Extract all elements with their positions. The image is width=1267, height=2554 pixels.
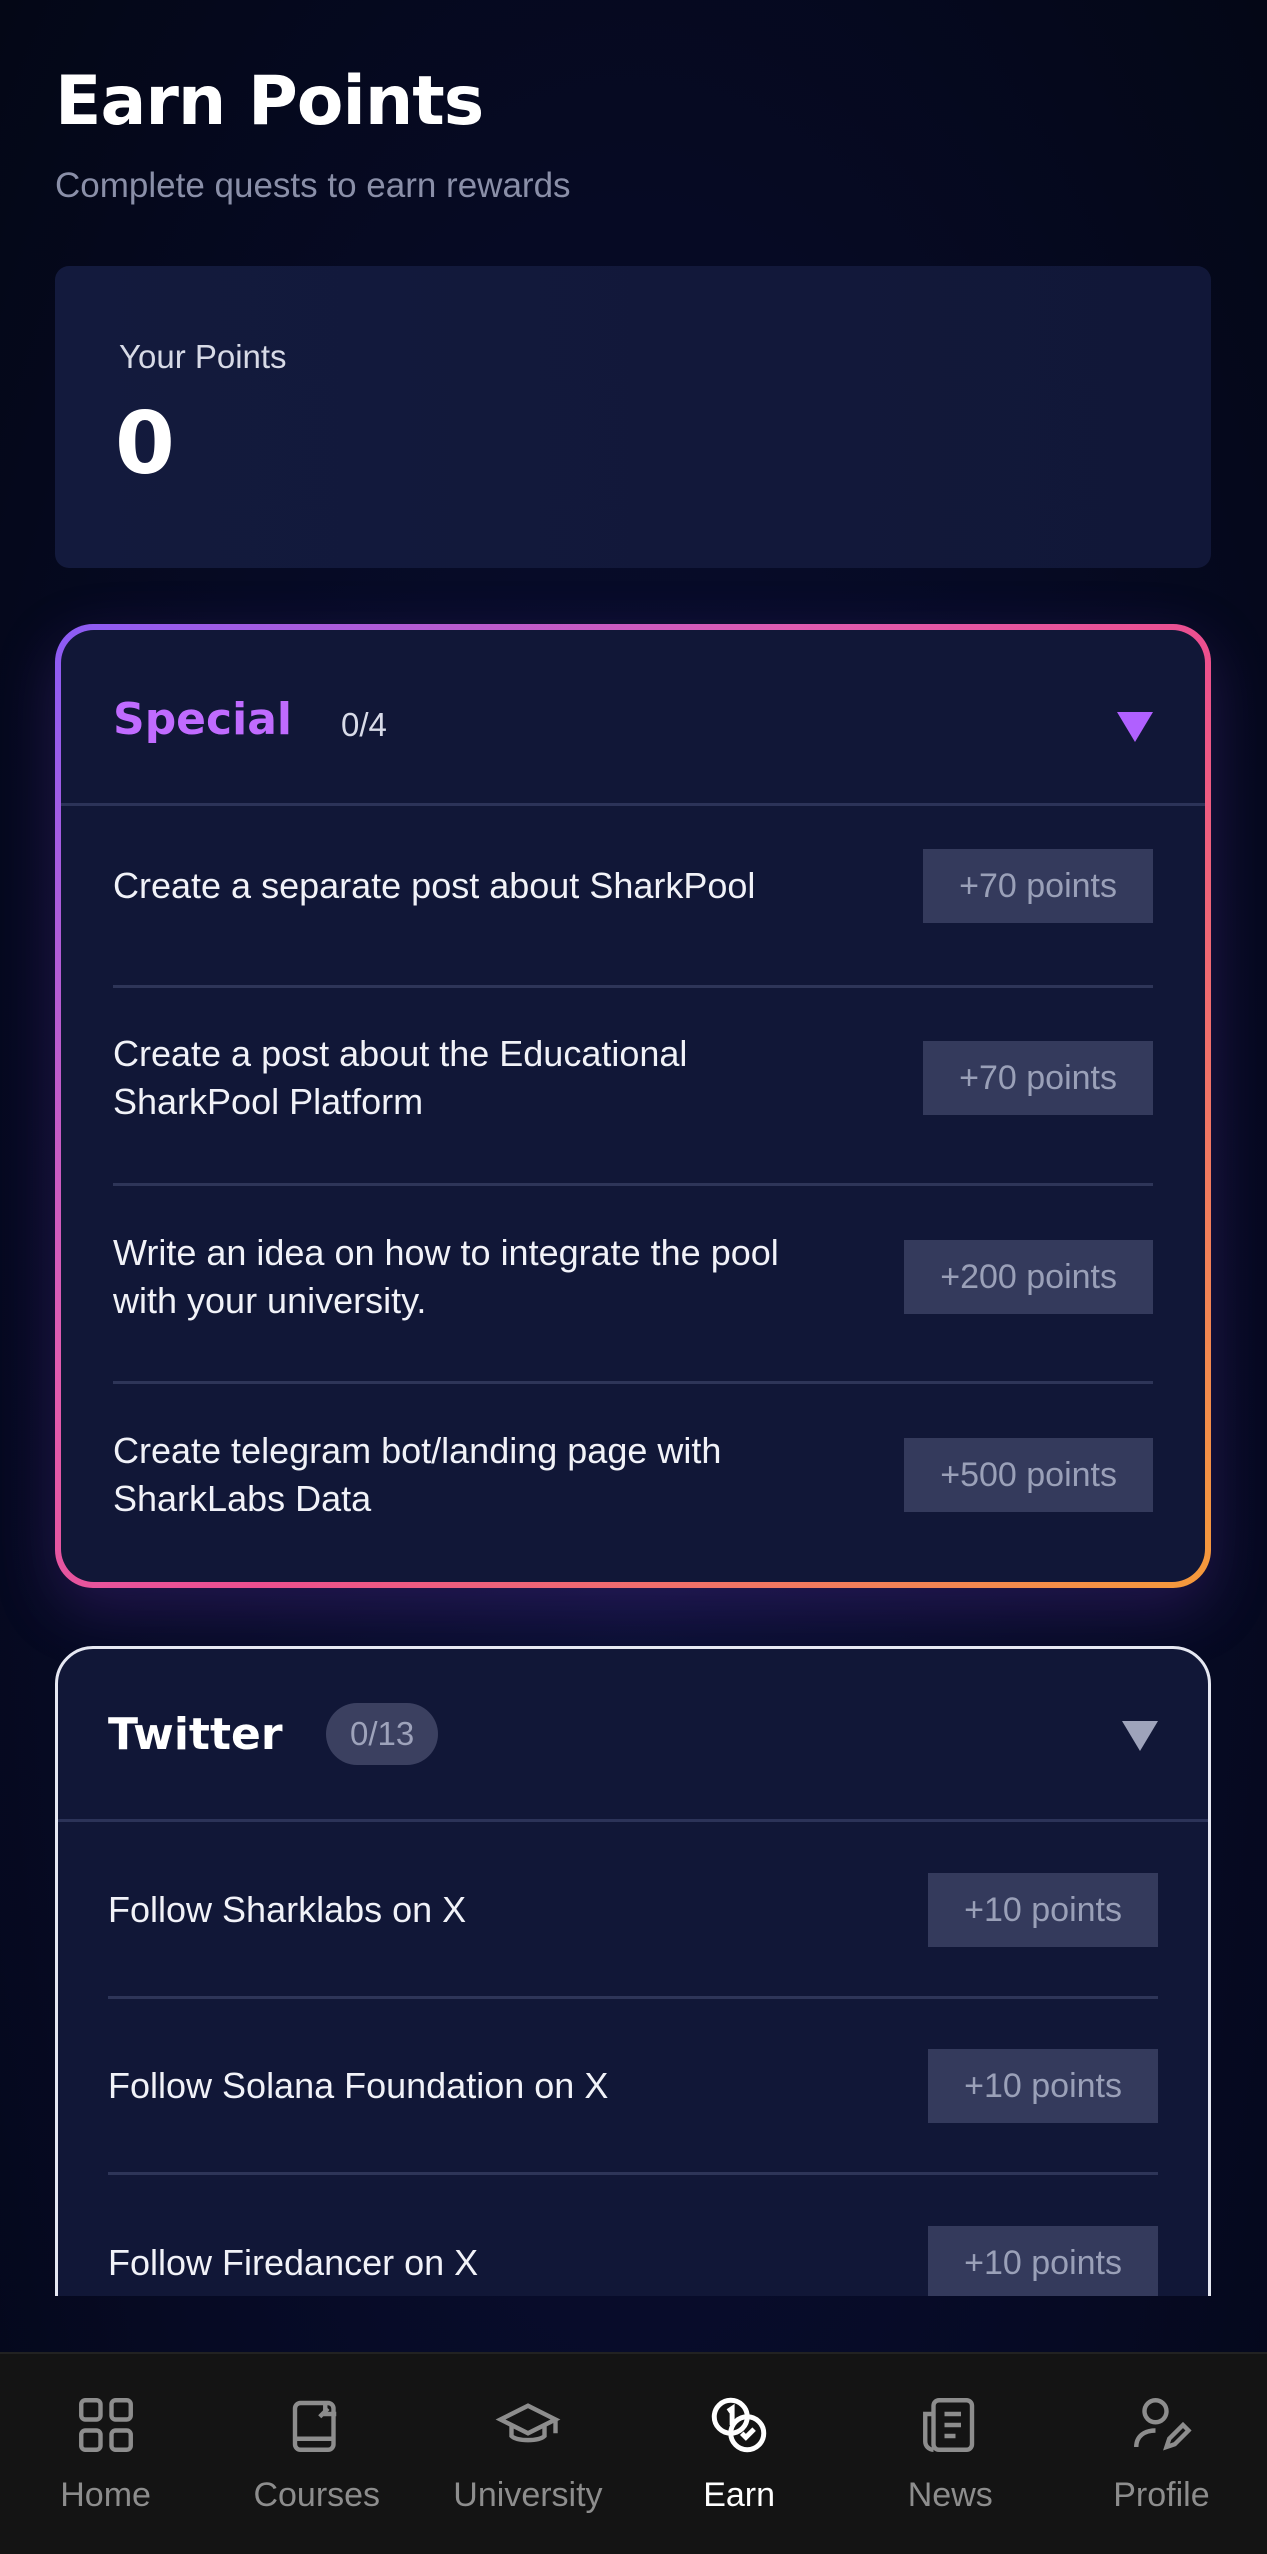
twitter-section: Twitter 0/13 Follow Sharklabs on X +10 p… xyxy=(55,1646,1211,2296)
nav-label: Profile xyxy=(1113,2476,1210,2514)
special-section: Special 0/4 Create a separate post about… xyxy=(55,624,1211,1588)
quest-row[interactable]: Create telegram bot/landing page with Sh… xyxy=(113,1427,1153,1523)
nav-item-courses[interactable]: Courses xyxy=(211,2354,422,2554)
row-divider xyxy=(113,1183,1153,1186)
row-divider xyxy=(113,1381,1153,1384)
nav-label: Earn xyxy=(703,2476,776,2514)
special-section-header[interactable]: Special 0/4 xyxy=(61,630,1205,806)
quest-row[interactable]: Create a post about the Educational Shar… xyxy=(113,1030,1153,1126)
special-progress: 0/4 xyxy=(341,706,387,743)
page-title: Earn Points xyxy=(55,62,484,141)
special-section-body: Special 0/4 Create a separate post about… xyxy=(61,630,1205,1582)
reward-badge: +10 points xyxy=(928,2226,1158,2296)
quest-title: Follow Sharklabs on X xyxy=(108,1889,467,1930)
quest-title: Create telegram bot/landing page with Sh… xyxy=(113,1430,722,1519)
quest-title: Follow Solana Foundation on X xyxy=(108,2065,609,2106)
earn-points-screen: Earn Points Complete quests to earn rewa… xyxy=(0,0,1267,2554)
scroll-content[interactable]: Earn Points Complete quests to earn rewa… xyxy=(0,0,1267,2296)
reward-badge: +200 points xyxy=(904,1240,1153,1314)
book-icon xyxy=(292,2400,336,2452)
quest-row[interactable]: Create a separate post about SharkPool +… xyxy=(113,849,1153,923)
quest-title: Write an idea on how to integrate the po… xyxy=(113,1232,779,1321)
points-value: 0 xyxy=(115,394,175,494)
nav-label: Courses xyxy=(253,2476,381,2514)
quest-title: Create a post about the Educational Shar… xyxy=(113,1033,688,1122)
nav-item-profile[interactable]: Profile xyxy=(1056,2354,1267,2554)
nav-label: News xyxy=(907,2476,993,2514)
bottom-nav: Home Courses University Earn News Profil… xyxy=(0,2352,1267,2554)
quest-row[interactable]: Follow Firedancer on X +10 points xyxy=(108,2226,1158,2296)
twitter-progress-badge: 0/13 xyxy=(326,1703,439,1765)
points-card: Your Points 0 xyxy=(55,266,1211,568)
points-label: Your Points xyxy=(119,338,287,375)
row-divider xyxy=(108,1996,1158,1999)
special-title: Special xyxy=(113,694,292,745)
reward-badge: +500 points xyxy=(904,1438,1153,1512)
reward-badge: +10 points xyxy=(928,1873,1158,1947)
page-subtitle: Complete quests to earn rewards xyxy=(55,166,571,205)
quest-title: Follow Firedancer on X xyxy=(108,2242,479,2283)
chevron-down-icon[interactable] xyxy=(1122,1721,1158,1751)
nav-item-university[interactable]: University xyxy=(422,2354,633,2554)
row-divider xyxy=(108,2172,1158,2175)
quest-title: Create a separate post about SharkPool xyxy=(113,865,756,906)
grid-icon xyxy=(78,2398,133,2452)
nav-item-earn[interactable]: Earn xyxy=(634,2354,845,2554)
reward-badge: +70 points xyxy=(923,849,1153,923)
nav-item-home[interactable]: Home xyxy=(0,2354,211,2554)
twitter-section-header[interactable]: Twitter 0/13 xyxy=(58,1649,1208,1822)
quest-row[interactable]: Write an idea on how to integrate the po… xyxy=(113,1229,1153,1325)
quest-row[interactable]: Follow Sharklabs on X +10 points xyxy=(108,1873,1158,1947)
graduation-cap-icon xyxy=(495,2403,561,2443)
row-divider xyxy=(113,985,1153,988)
nav-item-news[interactable]: News xyxy=(845,2354,1056,2554)
nav-label: University xyxy=(453,2476,603,2514)
user-edit-icon xyxy=(1134,2398,1193,2451)
coins-icon xyxy=(711,2397,767,2453)
reward-badge: +10 points xyxy=(928,2049,1158,2123)
reward-badge: +70 points xyxy=(923,1041,1153,1115)
nav-label: Home xyxy=(60,2476,151,2514)
twitter-title: Twitter xyxy=(108,1709,283,1760)
quest-row[interactable]: Follow Solana Foundation on X +10 points xyxy=(108,2049,1158,2123)
chevron-down-icon[interactable] xyxy=(1117,712,1153,742)
newspaper-icon xyxy=(923,2398,975,2452)
